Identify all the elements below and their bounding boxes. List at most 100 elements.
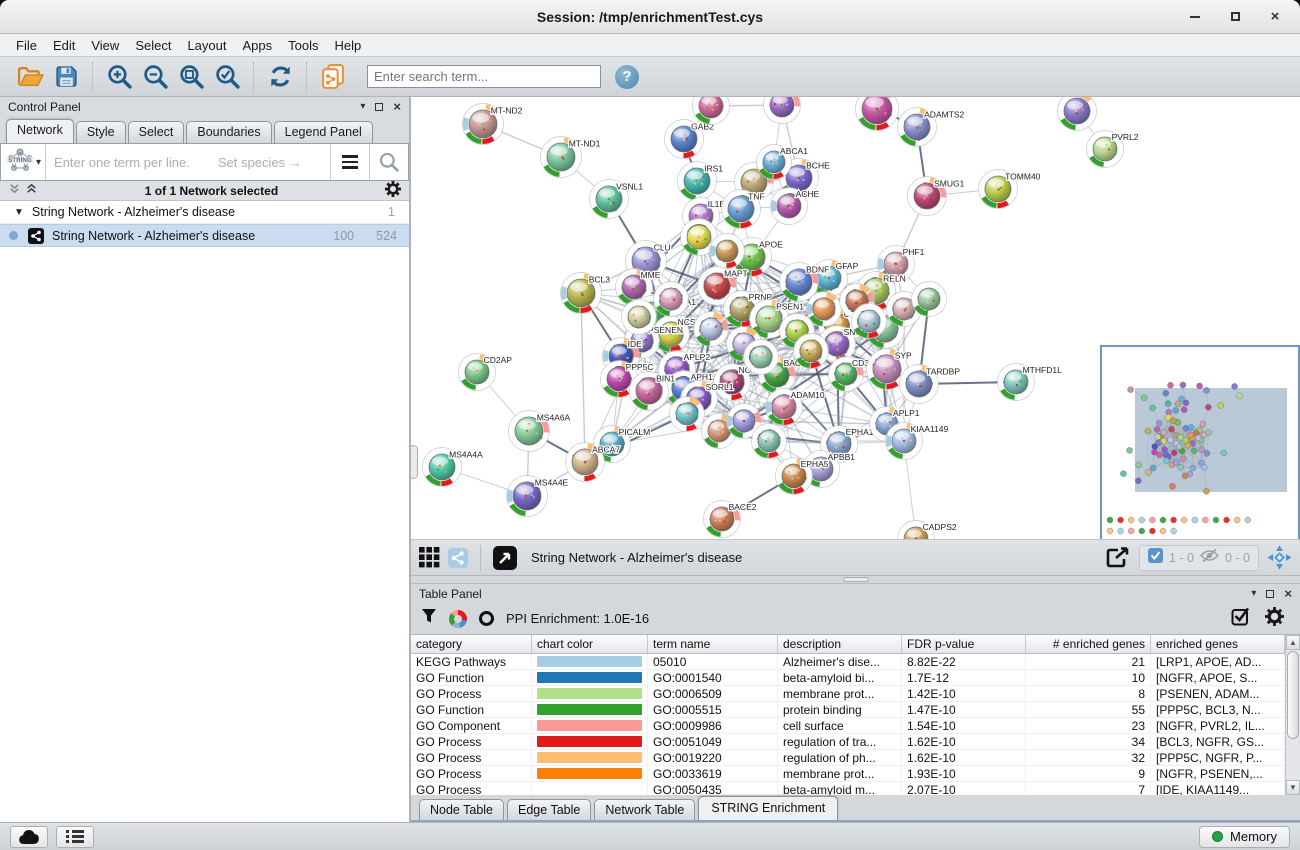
menu-edit[interactable]: Edit bbox=[45, 36, 83, 55]
column-header--enriched-genes[interactable]: # enriched genes bbox=[1026, 635, 1151, 653]
table-row[interactable]: GO ProcessGO:0051049regulation of tra...… bbox=[411, 734, 1285, 750]
graph-node[interactable] bbox=[654, 282, 689, 317]
string-query-placeholder[interactable]: Enter one term per line. bbox=[54, 155, 190, 170]
tab-edge-table[interactable]: Edge Table bbox=[507, 799, 591, 820]
tab-node-table[interactable]: Node Table bbox=[419, 799, 504, 820]
table-row[interactable]: KEGG Pathways05010Alzheimer's dise...8.8… bbox=[411, 654, 1285, 670]
graph-node-kiaa1149[interactable]: KIAA1149 bbox=[886, 423, 949, 460]
column-header-enriched-genes[interactable]: enriched genes bbox=[1151, 635, 1285, 653]
collapse-all-icon[interactable] bbox=[8, 182, 21, 200]
minimize-button[interactable] bbox=[1188, 10, 1202, 24]
graph-node-smug1[interactable]: SMUG1 bbox=[908, 177, 965, 216]
graph-node[interactable] bbox=[764, 97, 801, 124]
graph-node-mthfd1l[interactable]: MTHFD1L bbox=[998, 364, 1063, 401]
graph-node-ms4a6a[interactable]: MS4A6A bbox=[509, 411, 571, 452]
zoom-out-icon[interactable] bbox=[139, 62, 171, 92]
set-species-link[interactable]: Set species → bbox=[218, 155, 302, 170]
zoom-fit-icon[interactable] bbox=[175, 62, 207, 92]
graph-node-abca7[interactable]: ABCA7 bbox=[566, 443, 621, 482]
graph-node-vsnl1[interactable]: VSNL1 bbox=[590, 180, 644, 219]
graph-node[interactable] bbox=[807, 292, 842, 327]
tree-expand-icon[interactable]: ▼ bbox=[14, 207, 24, 218]
table-row[interactable]: GO ProcessGO:0050435beta-amyloid m...2.0… bbox=[411, 782, 1285, 795]
task-history-button[interactable] bbox=[10, 826, 48, 848]
table-panel-menu-icon[interactable]: ▾ bbox=[1251, 588, 1256, 599]
maximize-button[interactable] bbox=[1228, 10, 1242, 24]
graph-node[interactable] bbox=[752, 424, 787, 459]
tab-boundaries[interactable]: Boundaries bbox=[186, 121, 271, 143]
tab-string-enrichment[interactable]: STRING Enrichment bbox=[698, 796, 838, 820]
menu-help[interactable]: Help bbox=[327, 36, 370, 55]
graph-node-bace2[interactable]: BACE2 bbox=[704, 501, 757, 538]
tab-network-table[interactable]: Network Table bbox=[594, 799, 695, 820]
graph-node[interactable] bbox=[670, 397, 705, 432]
graph-node-adam10[interactable]: ADAM10 bbox=[766, 389, 825, 426]
graph-node[interactable] bbox=[912, 282, 947, 317]
graph-node[interactable] bbox=[710, 234, 745, 269]
tab-legend-panel[interactable]: Legend Panel bbox=[274, 121, 373, 143]
graph-node-cadps2[interactable]: CADPS2 bbox=[898, 521, 957, 541]
select-all-checkbox-icon[interactable] bbox=[1231, 606, 1251, 631]
panel-close-icon[interactable]: × bbox=[393, 100, 401, 113]
column-header-term-name[interactable]: term name bbox=[648, 635, 778, 653]
refresh-icon[interactable] bbox=[264, 62, 296, 92]
eye-off-icon[interactable] bbox=[1200, 548, 1219, 568]
zoom-selected-icon[interactable] bbox=[211, 62, 243, 92]
close-button[interactable]: × bbox=[1268, 10, 1282, 24]
graph-node[interactable] bbox=[794, 334, 829, 369]
graph-node-mt-nd1[interactable]: MT-ND1 bbox=[541, 137, 601, 178]
graph-node-bin1[interactable]: BIN1 bbox=[630, 372, 676, 411]
ring-chart-icon[interactable] bbox=[479, 611, 494, 626]
table-row[interactable]: GO ProcessGO:0006509membrane prot...1.42… bbox=[411, 686, 1285, 702]
menu-view[interactable]: View bbox=[83, 36, 127, 55]
graph-node-ms4a4a[interactable]: MS4A4A bbox=[423, 448, 484, 487]
graph-node[interactable] bbox=[744, 340, 779, 375]
birdseye-view[interactable] bbox=[1100, 345, 1300, 540]
graph-node-syp[interactable]: SYP bbox=[867, 349, 913, 390]
graph-node[interactable] bbox=[1058, 97, 1097, 131]
string-search-icon[interactable] bbox=[370, 144, 408, 180]
graph-node-bcl3[interactable]: BCL3 bbox=[561, 273, 611, 314]
table-panel-close-icon[interactable]: × bbox=[1284, 587, 1292, 600]
graph-node-pvrl2[interactable]: PVRL2 bbox=[1087, 131, 1139, 168]
tab-style[interactable]: Style bbox=[76, 121, 126, 143]
table-row[interactable]: GO ProcessGO:0019220regulation of ph...1… bbox=[411, 750, 1285, 766]
menu-file[interactable]: File bbox=[8, 36, 45, 55]
help-icon[interactable]: ? bbox=[615, 65, 639, 89]
network-collection-row[interactable]: ▼ String Network - Alzheimer's disease 1 bbox=[0, 201, 409, 224]
panel-float-icon[interactable] bbox=[375, 103, 383, 111]
table-panel-float-icon[interactable] bbox=[1266, 590, 1274, 598]
graph-node-tomm40[interactable]: TOMM40 bbox=[979, 170, 1041, 209]
graph-node[interactable] bbox=[852, 304, 887, 339]
scroll-up-icon[interactable]: ▲ bbox=[1286, 635, 1300, 650]
tab-select[interactable]: Select bbox=[128, 121, 185, 143]
scroll-down-icon[interactable]: ▼ bbox=[1286, 780, 1300, 795]
string-options-menu-icon[interactable] bbox=[331, 144, 369, 180]
table-scrollbar[interactable]: ▲ ▼ bbox=[1285, 635, 1300, 795]
import-network-icon[interactable] bbox=[317, 62, 349, 92]
memory-button[interactable]: Memory bbox=[1199, 826, 1290, 848]
menu-apps[interactable]: Apps bbox=[235, 36, 281, 55]
save-session-icon[interactable] bbox=[50, 62, 82, 92]
table-row[interactable]: GO FunctionGO:0001540beta-amyloid bi...1… bbox=[411, 670, 1285, 686]
chart-icon[interactable] bbox=[449, 610, 467, 628]
table-row[interactable]: GO FunctionGO:0005515protein binding1.47… bbox=[411, 702, 1285, 718]
grid-view-icon[interactable] bbox=[419, 547, 440, 568]
horizontal-splitter[interactable] bbox=[411, 576, 1300, 584]
enrichment-settings-gear-icon[interactable] bbox=[1265, 607, 1284, 631]
panel-menu-icon[interactable]: ▾ bbox=[360, 101, 365, 112]
string-logo-dropdown[interactable]: STRING ▾ bbox=[1, 147, 45, 178]
birdseye-toggle-icon[interactable] bbox=[448, 548, 468, 568]
graph-node-gab2[interactable]: GAB2 bbox=[665, 120, 715, 159]
expand-all-icon[interactable] bbox=[25, 182, 38, 200]
open-session-icon[interactable] bbox=[14, 62, 46, 92]
menu-layout[interactable]: Layout bbox=[179, 36, 234, 55]
zoom-in-icon[interactable] bbox=[103, 62, 135, 92]
table-row[interactable]: GO ComponentGO:0009986cell surface1.54E-… bbox=[411, 718, 1285, 734]
graph-node-mt-nd2[interactable]: MT-ND2 bbox=[463, 104, 523, 145]
filter-icon[interactable] bbox=[421, 608, 437, 629]
column-header-description[interactable]: description bbox=[778, 635, 902, 653]
graph-node[interactable] bbox=[622, 300, 657, 335]
open-in-new-icon[interactable] bbox=[493, 546, 517, 570]
graph-node[interactable] bbox=[856, 97, 899, 131]
